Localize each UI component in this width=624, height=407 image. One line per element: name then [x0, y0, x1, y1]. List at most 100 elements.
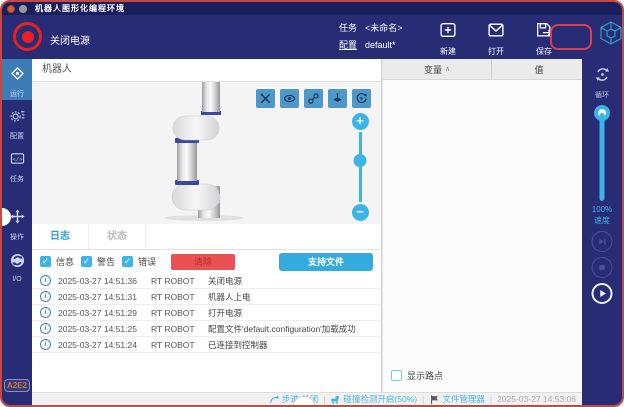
sidebar-item-label: I/O — [12, 276, 21, 283]
sidebar-item-config[interactable]: 配置 — [2, 108, 32, 141]
status-timestamp: 2025-03-27 14:53:06 — [497, 394, 576, 404]
play-button[interactable] — [592, 283, 613, 304]
collision-label: 碰撞检测开启(50%) — [343, 393, 417, 405]
log-entry[interactable]: 2025-03-27 14:51:25 RT ROBOT 配置文件'defaul… — [32, 321, 381, 337]
info-icon — [40, 323, 51, 334]
support-files-button[interactable]: 支持文件 — [279, 253, 373, 271]
log-time: 2025-03-27 14:51:24 — [58, 340, 151, 350]
variables-column-header[interactable]: 变量 — [383, 59, 492, 79]
value-column-label: 值 — [535, 63, 544, 76]
task-row: 任务<未命名> — [339, 20, 403, 37]
loop-button[interactable]: 循环 — [582, 65, 622, 100]
config-label[interactable]: 配置 — [339, 40, 357, 50]
tab-log[interactable]: 日志 — [32, 224, 89, 249]
file-actions: 新建 打开 保存 — [430, 21, 562, 57]
open-button-label: 打开 — [488, 46, 504, 57]
right-sidebar: 循环 100% 速度 — [582, 59, 622, 405]
config-value: default* — [365, 40, 396, 50]
info-icon — [40, 339, 51, 350]
open-button[interactable]: 打开 — [478, 21, 514, 57]
info-icon — [40, 291, 51, 302]
log-entry[interactable]: 2025-03-27 14:51:36 RT ROBOT 关闭电源 — [32, 273, 381, 289]
zoom-slider-thumb[interactable] — [354, 154, 367, 167]
task-label: 任务 — [339, 23, 357, 33]
speed-slider-track[interactable] — [600, 113, 605, 201]
task-config-info: 任务<未命名> 配置 default* — [339, 20, 403, 54]
value-column-header[interactable]: 值 — [492, 59, 586, 79]
sort-caret-icon — [445, 65, 450, 73]
io-icon — [10, 253, 25, 273]
filter-info-checkbox[interactable] — [40, 256, 51, 267]
title-bar: 机器人图形化编程环境 — [2, 2, 622, 15]
filter-warning-checkbox[interactable] — [81, 256, 92, 267]
sidebar-item-io[interactable]: I/O — [2, 253, 32, 283]
window-title: 机器人图形化编程环境 — [35, 3, 125, 14]
view-zoom-control — [351, 113, 369, 221]
filter-error-checkbox[interactable] — [122, 256, 133, 267]
zoom-in-button[interactable] — [352, 113, 369, 130]
variables-column-label: 变量 — [424, 63, 442, 76]
log-list: 2025-03-27 14:51:36 RT ROBOT 关闭电源 2025-0… — [32, 273, 381, 353]
show-waypoints-checkbox[interactable] — [391, 370, 402, 381]
new-button-label: 新建 — [440, 46, 456, 57]
separator: | — [490, 394, 492, 404]
power-button[interactable] — [13, 22, 42, 51]
info-icon — [40, 307, 51, 318]
filter-warning-label: 警告 — [97, 255, 115, 268]
robot-panel-title: 机器人 — [32, 59, 381, 82]
show-waypoints-label: 显示路点 — [407, 369, 443, 382]
show-waypoints-row: 显示路点 — [391, 369, 443, 382]
app-window: 机器人图形化编程环境 关闭电源 任务<未命名> 配置 default* 新建 打开 — [0, 0, 624, 407]
sidebar-item-label: 配置 — [10, 131, 24, 141]
viewport-toolbar — [256, 89, 371, 108]
window-close-icon[interactable] — [7, 5, 15, 13]
log-time: 2025-03-27 14:51:29 — [58, 308, 151, 318]
save-button-label: 保存 — [536, 46, 552, 57]
log-time: 2025-03-27 14:51:31 — [58, 292, 151, 302]
robot-panel: 机器人 — [32, 59, 382, 224]
speed-label: 速度 — [582, 215, 622, 226]
log-message: 打开电源 — [208, 307, 242, 319]
tools-icon[interactable] — [256, 89, 275, 108]
sidebar-item-run[interactable]: 运行 — [2, 59, 32, 100]
zoom-slider-track[interactable] — [359, 132, 362, 202]
collision-detection-toggle[interactable]: 碰撞检测开启(50%) — [330, 393, 417, 405]
log-entry[interactable]: 2025-03-27 14:51:31 RT ROBOT 机器人上电 — [32, 289, 381, 305]
tab-status[interactable]: 状态 — [89, 224, 146, 249]
play-icon — [595, 286, 610, 301]
reset-view-icon[interactable] — [352, 89, 371, 108]
window-minimize-icon[interactable] — [19, 5, 27, 13]
joints-icon[interactable] — [304, 89, 323, 108]
log-source: RT ROBOT — [151, 276, 208, 286]
file-manager-button[interactable]: 文件管理器 — [429, 393, 485, 405]
log-message: 机器人上电 — [208, 291, 251, 303]
config-icon — [10, 108, 25, 128]
open-file-icon — [487, 21, 505, 44]
file-manager-label: 文件管理器 — [442, 393, 485, 405]
eye-icon[interactable] — [280, 89, 299, 108]
zoom-out-button[interactable] — [352, 204, 369, 221]
stop-button[interactable] — [592, 257, 613, 278]
step-forward-button[interactable] — [592, 231, 613, 252]
log-time: 2025-03-27 14:51:36 — [58, 276, 151, 286]
sidebar-item-label: 运行 — [10, 89, 24, 99]
log-source: RT ROBOT — [151, 340, 208, 350]
task-icon: </> — [10, 151, 25, 171]
filter-info-label: 信息 — [56, 255, 74, 268]
freedrive-icon[interactable] — [328, 89, 347, 108]
log-tabs: 日志 状态 — [32, 224, 381, 250]
new-button[interactable]: 新建 — [430, 21, 466, 57]
clear-button[interactable]: 清除 — [171, 254, 235, 270]
sidebar-item-task[interactable]: </> 任务 — [2, 151, 32, 184]
operate-icon — [10, 209, 25, 229]
left-sidebar: 运行 配置 </> 任务 操作 I/O A2E2 — [2, 59, 32, 405]
variables-panel: 变量 值 显示路点 — [383, 59, 586, 392]
log-entry[interactable]: 2025-03-27 14:51:24 RT ROBOT 已连接到控制器 — [32, 337, 381, 353]
robot-3d-viewport[interactable] — [32, 82, 381, 224]
log-message: 配置文件'default.configuration'加载成功 — [208, 323, 356, 335]
variables-header: 变量 值 — [383, 59, 586, 80]
estop-indicator[interactable] — [550, 24, 592, 50]
power-label: 关闭电源 — [50, 32, 90, 47]
log-message: 已连接到控制器 — [208, 339, 268, 351]
log-entry[interactable]: 2025-03-27 14:51:29 RT ROBOT 打开电源 — [32, 305, 381, 321]
